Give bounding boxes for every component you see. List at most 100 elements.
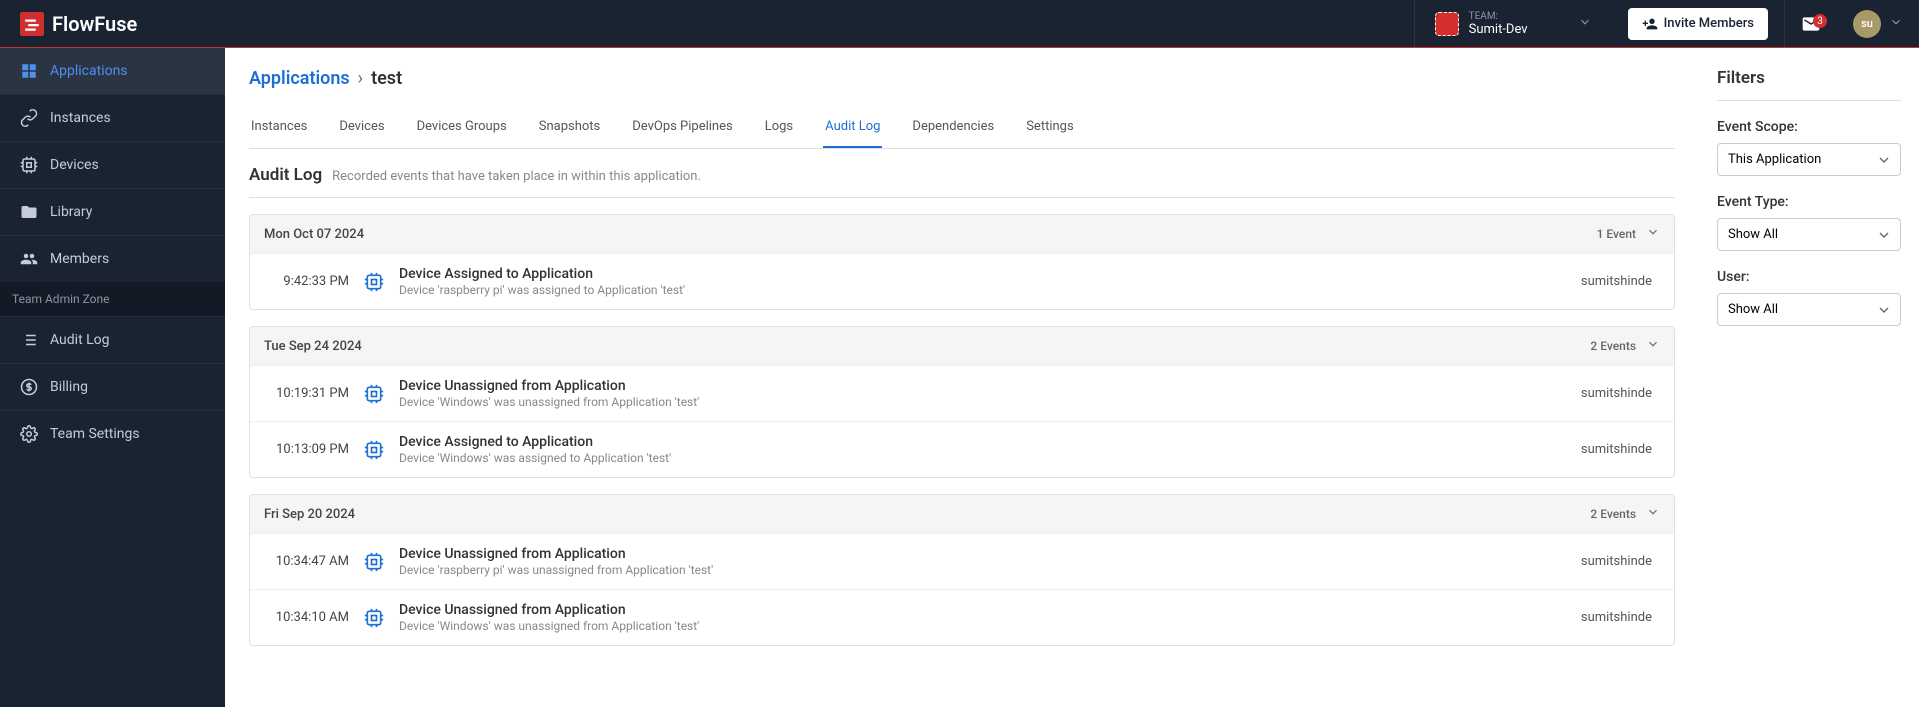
chevron-down-icon	[1578, 15, 1592, 33]
event-title: Device Unassigned from Application	[399, 546, 1567, 562]
filters-title: Filters	[1717, 68, 1901, 101]
chevron-down-icon	[1646, 505, 1660, 523]
list-icon	[20, 331, 38, 349]
invite-label: Invite Members	[1664, 16, 1754, 31]
sidebar-item-library[interactable]: Library	[0, 188, 225, 235]
tab-devices-groups[interactable]: Devices Groups	[415, 109, 509, 148]
gear-icon	[20, 425, 38, 443]
sidebar-section-header: Team Admin Zone	[0, 282, 225, 316]
day-header[interactable]: Mon Oct 07 20241 Event	[250, 215, 1674, 253]
event-time: 10:34:10 AM	[264, 610, 349, 625]
invite-members-button[interactable]: Invite Members	[1628, 8, 1768, 40]
chip-icon	[20, 156, 38, 174]
grid-icon	[20, 62, 38, 80]
event-description: Device 'raspberry pi' was unassigned fro…	[399, 563, 1567, 577]
event-user: sumitshinde	[1581, 442, 1660, 457]
sidebar-item-team-settings[interactable]: Team Settings	[0, 410, 225, 457]
day-date: Fri Sep 20 2024	[264, 507, 1590, 522]
chevron-down-icon	[1646, 337, 1660, 355]
event-user: sumitshinde	[1581, 610, 1660, 625]
tab-audit-log[interactable]: Audit Log	[823, 109, 882, 148]
page-title: Audit Log	[249, 165, 322, 185]
breadcrumb-current: test	[371, 68, 402, 89]
event-row: 10:34:47 AM Device Unassigned from Applic…	[250, 533, 1674, 589]
day-group: Tue Sep 24 20242 Events 10:19:31 PM Device…	[249, 326, 1675, 478]
sidebar-item-label: Members	[50, 251, 109, 267]
event-time: 10:19:31 PM	[264, 386, 349, 401]
tabs: Instances Devices Devices Groups Snapshots D…	[249, 109, 1675, 149]
topbar: FlowFuse TEAM: Sumit-Dev Invite Members …	[0, 0, 1919, 48]
event-description: Device 'Windows' was assigned to Applica…	[399, 451, 1567, 465]
chip-icon	[363, 271, 385, 293]
team-icon	[1435, 12, 1459, 36]
tab-instances[interactable]: Instances	[249, 109, 309, 148]
main-content: Applications › test Instances Devices Devi…	[225, 48, 1699, 707]
people-icon	[20, 250, 38, 268]
logo-icon	[20, 12, 44, 36]
link-icon	[20, 109, 38, 127]
event-title: Device Unassigned from Application	[399, 378, 1567, 394]
chip-icon	[363, 551, 385, 573]
brand-name: FlowFuse	[52, 12, 137, 36]
event-title: Device Unassigned from Application	[399, 602, 1567, 618]
sidebar-item-members[interactable]: Members	[0, 235, 225, 282]
person-add-icon	[1642, 16, 1658, 32]
event-row: 9:42:33 PM Device Assigned to Application…	[250, 253, 1674, 309]
tab-dependencies[interactable]: Dependencies	[910, 109, 996, 148]
sidebar-item-audit-log[interactable]: Audit Log	[0, 316, 225, 363]
notifications[interactable]: 3	[1784, 0, 1837, 47]
tab-logs[interactable]: Logs	[763, 109, 795, 148]
sidebar-item-label: Applications	[50, 63, 128, 79]
filters-panel: Filters Event Scope: This Application Ev…	[1699, 48, 1919, 707]
day-count: 1 Event	[1597, 227, 1636, 241]
filter-user-label: User:	[1717, 269, 1901, 285]
sidebar-item-billing[interactable]: Billing	[0, 363, 225, 410]
sidebar-item-label: Billing	[50, 379, 88, 395]
event-user: sumitshinde	[1581, 274, 1660, 289]
filter-user-select[interactable]: Show All	[1717, 293, 1901, 326]
breadcrumb-parent[interactable]: Applications	[249, 68, 350, 89]
team-label: TEAM:	[1469, 11, 1528, 22]
sidebar-item-applications[interactable]: Applications	[0, 48, 225, 94]
sidebar-item-label: Instances	[50, 110, 111, 126]
sidebar-item-label: Library	[50, 204, 92, 220]
event-row: 10:34:10 AM Device Unassigned from Applic…	[250, 589, 1674, 645]
tab-settings[interactable]: Settings	[1024, 109, 1075, 148]
chip-icon	[363, 607, 385, 629]
event-title: Device Assigned to Application	[399, 434, 1567, 450]
team-selector[interactable]: TEAM: Sumit-Dev	[1414, 0, 1612, 47]
event-description: Device 'Windows' was unassigned from App…	[399, 619, 1567, 633]
chip-icon	[363, 383, 385, 405]
event-title: Device Assigned to Application	[399, 266, 1567, 282]
folder-icon	[20, 203, 38, 221]
breadcrumb: Applications › test	[249, 68, 1675, 89]
filter-scope-select[interactable]: This Application	[1717, 143, 1901, 176]
tab-devops-pipelines[interactable]: DevOps Pipelines	[630, 109, 734, 148]
avatar: su	[1853, 10, 1881, 38]
event-time: 10:34:47 AM	[264, 554, 349, 569]
filter-type-select[interactable]: Show All	[1717, 218, 1901, 251]
event-time: 10:13:09 PM	[264, 442, 349, 457]
event-row: 10:13:09 PM Device Assigned to Applicatio…	[250, 421, 1674, 477]
event-time: 9:42:33 PM	[264, 274, 349, 289]
day-header[interactable]: Tue Sep 24 20242 Events	[250, 327, 1674, 365]
sidebar-item-label: Team Settings	[50, 426, 140, 442]
logo[interactable]: FlowFuse	[0, 12, 157, 36]
page-subtitle: Recorded events that have taken place in…	[332, 169, 701, 184]
filter-type-label: Event Type:	[1717, 194, 1901, 210]
tab-devices[interactable]: Devices	[337, 109, 386, 148]
sidebar-item-instances[interactable]: Instances	[0, 94, 225, 141]
sidebar-item-label: Audit Log	[50, 332, 110, 348]
tab-snapshots[interactable]: Snapshots	[537, 109, 603, 148]
event-description: Device 'raspberry pi' was assigned to Ap…	[399, 283, 1567, 297]
day-group: Fri Sep 20 20242 Events 10:34:47 AM Device…	[249, 494, 1675, 646]
team-name: Sumit-Dev	[1469, 22, 1528, 37]
chevron-down-icon	[1889, 15, 1903, 33]
day-header[interactable]: Fri Sep 20 20242 Events	[250, 495, 1674, 533]
notification-count: 3	[1813, 14, 1827, 28]
user-menu[interactable]: su	[1837, 10, 1919, 38]
chevron-down-icon	[1646, 225, 1660, 243]
day-group: Mon Oct 07 20241 Event 9:42:33 PM Device A…	[249, 214, 1675, 310]
sidebar-item-devices[interactable]: Devices	[0, 141, 225, 188]
filter-scope-label: Event Scope:	[1717, 119, 1901, 135]
